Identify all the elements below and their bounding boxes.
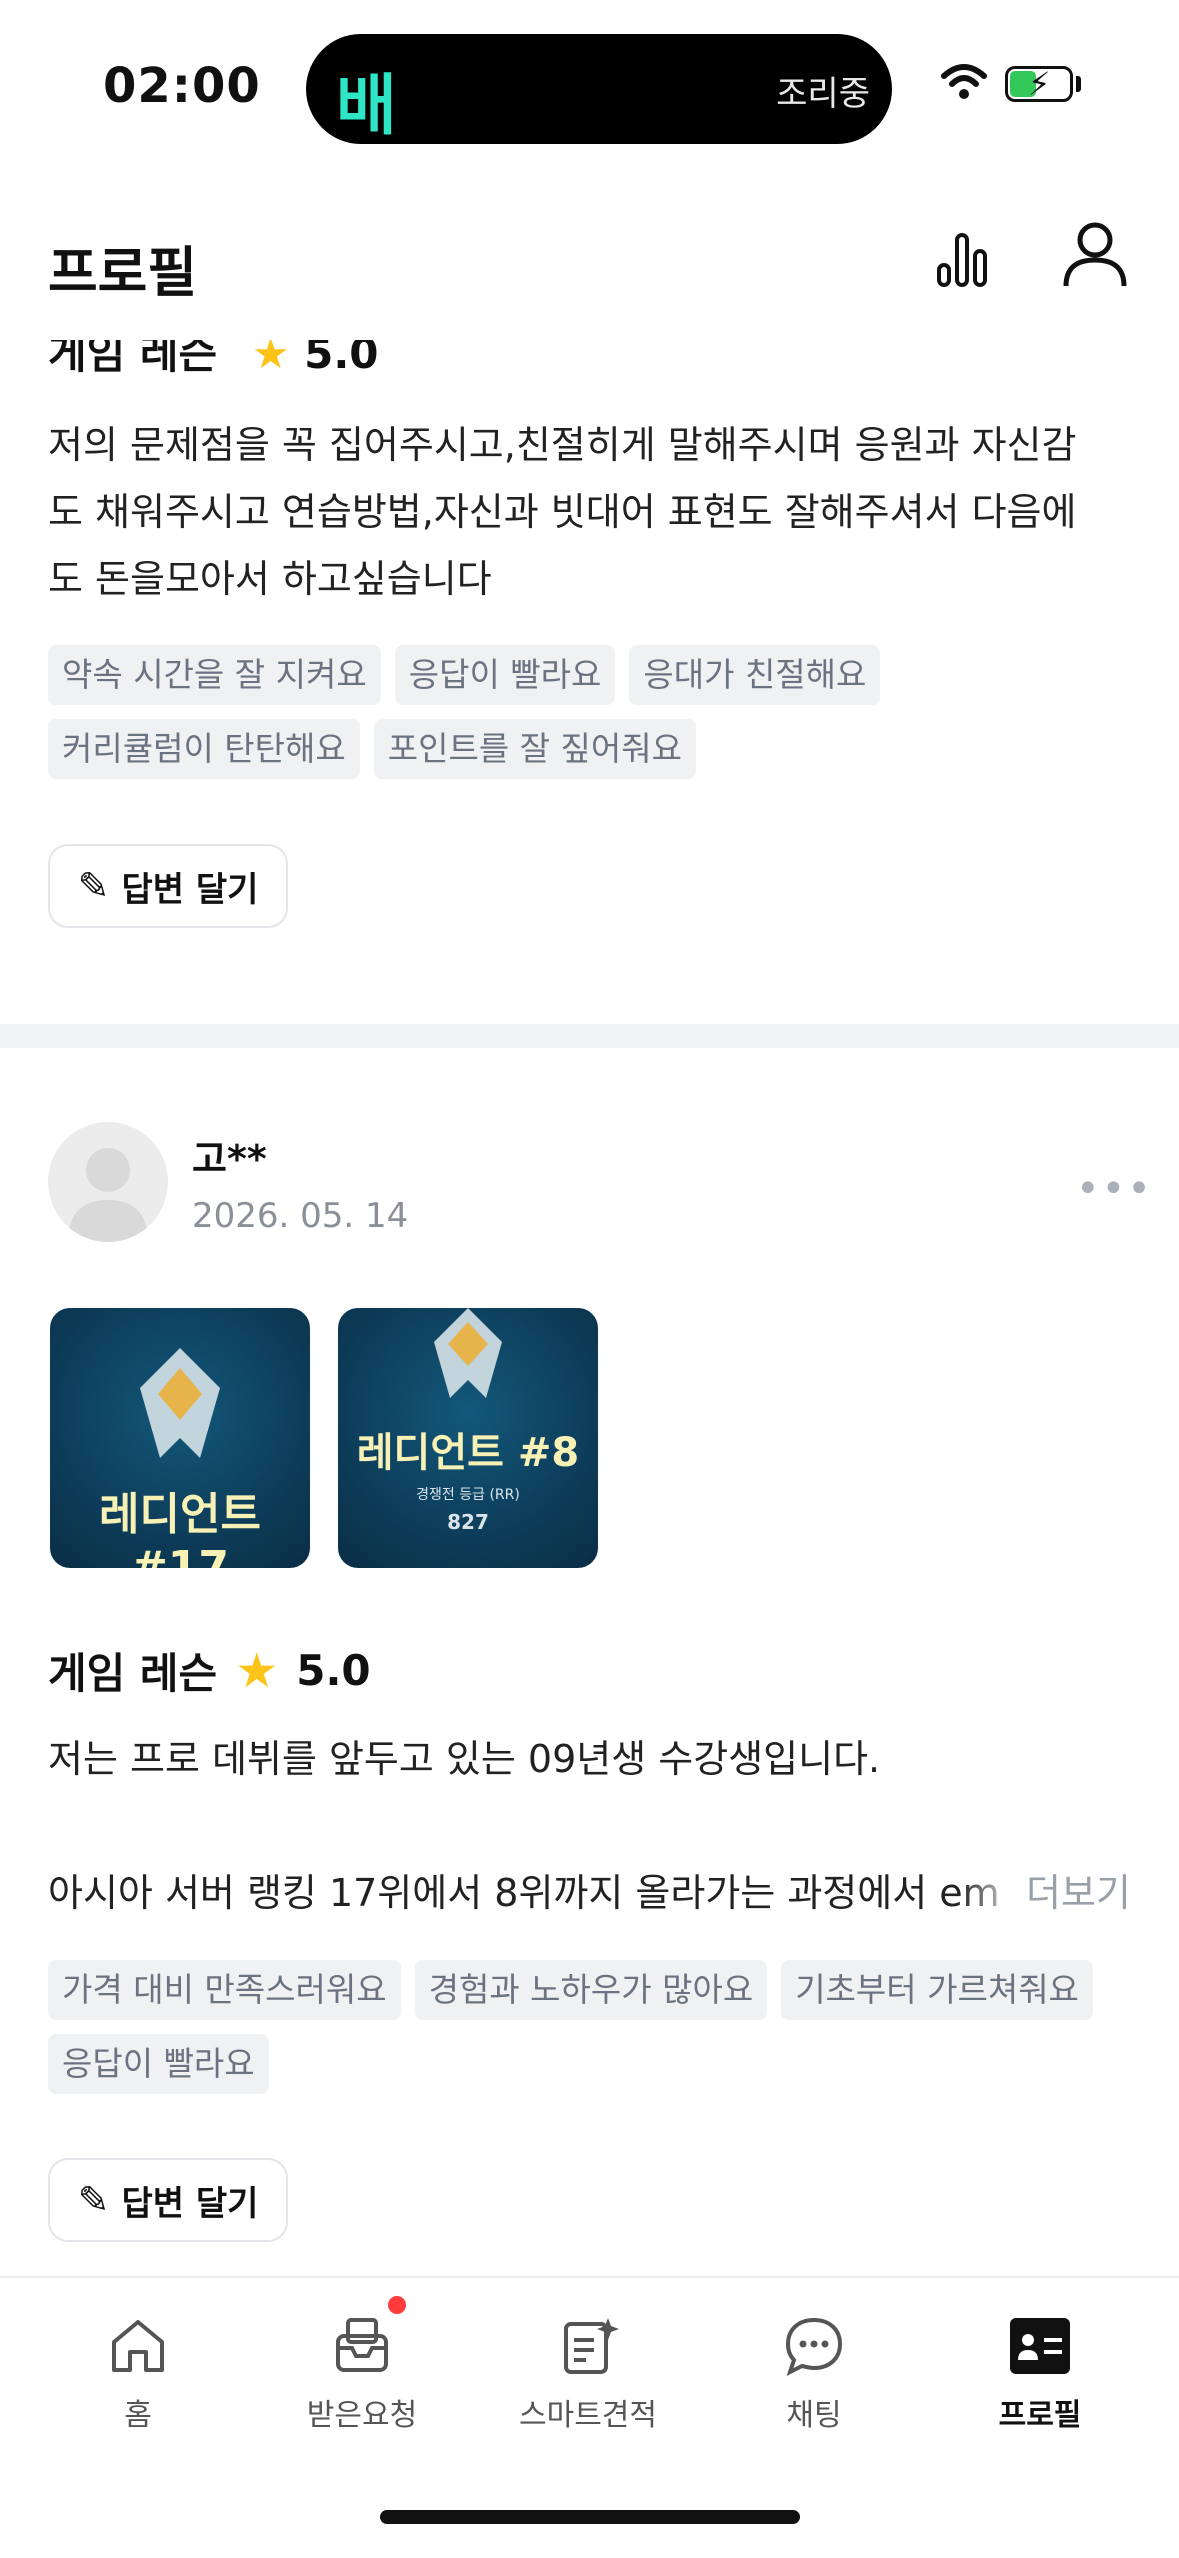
review-photo[interactable]: 레디언트 #8 경쟁전 등급 (RR) 827 xyxy=(338,1308,598,1568)
nav-item-profile[interactable]: 프로필 xyxy=(940,2314,1140,2434)
island-status-text: 조리중 xyxy=(776,74,870,114)
tag: 응대가 친절해요 xyxy=(629,645,881,705)
inbox-icon xyxy=(336,2318,388,2372)
page-header: 프로필 xyxy=(0,180,1179,340)
tag: 기초부터 가르쳐줘요 xyxy=(781,1960,1093,2020)
review-text-line: 저의 문제점을 꼭 집어주시고,친절히게 말해주시며 응원과 자신감 xyxy=(48,423,1077,467)
review-tags: 약속 시간을 잘 지켜요 응답이 빨라요 응대가 친절해요 커리큘럼이 탄탄해요… xyxy=(48,645,1138,779)
nav-item-chat[interactable]: 채팅 xyxy=(714,2314,914,2434)
section-divider xyxy=(0,1024,1179,1048)
smart-quote-icon xyxy=(564,2318,619,2374)
nav-item-home[interactable]: 홈 xyxy=(38,2314,238,2434)
see-more-link[interactable]: 더보기 xyxy=(1020,1860,1131,1927)
home-indicator[interactable] xyxy=(380,2510,800,2524)
battery-icon: ⚡ xyxy=(1005,65,1073,103)
pencil-icon: ✎ xyxy=(77,2178,110,2222)
review-text-line: 도 채워주시고 연습방법,자신과 빗대어 표현도 잘해주셔서 다음에 xyxy=(48,490,1077,534)
review-text: 저는 프로 데뷔를 앞두고 있는 09년생 수강생입니다. xyxy=(48,1726,1138,1793)
reply-button[interactable]: ✎ 답변 달기 xyxy=(48,2158,288,2242)
status-time: 02:00 xyxy=(103,58,261,114)
tag: 응답이 빨라요 xyxy=(394,645,616,705)
pencil-icon: ✎ xyxy=(77,864,110,908)
review-title-row: 게임 레슨 ★ 5.0 xyxy=(48,1640,371,1701)
battery-tip xyxy=(1076,76,1081,92)
review-rating: 5.0 xyxy=(296,1646,371,1695)
review-category: 게임 레슨 xyxy=(48,1649,218,1698)
text-fade xyxy=(960,1860,1020,1927)
review-text-line: 도 돈을모아서 하고싶습니다 xyxy=(48,557,492,601)
notification-dot xyxy=(388,2296,406,2314)
wifi-icon xyxy=(941,64,987,99)
review-text: 저의 문제점을 꼭 집어주시고,친절히게 말해주시며 응원과 자신감 도 채워주… xyxy=(48,412,1138,613)
profile-card-icon xyxy=(1010,2318,1070,2374)
avatar xyxy=(48,1122,168,1242)
chat-icon xyxy=(785,2317,843,2376)
nav-item-requests[interactable]: 받은요청 xyxy=(262,2314,462,2434)
tag: 커리큘럼이 탄탄해요 xyxy=(48,719,360,779)
tag: 경험과 노하우가 많아요 xyxy=(414,1960,768,2020)
star-icon: ★ xyxy=(235,1642,279,1699)
tag: 포인트를 잘 짚어줘요 xyxy=(373,719,696,779)
app-logo: 배 xyxy=(336,67,397,144)
tag: 약속 시간을 잘 지켜요 xyxy=(48,645,381,705)
stats-icon[interactable] xyxy=(935,225,991,289)
review-tags: 가격 대비 만족스러워요 경험과 노하우가 많아요 기초부터 가르쳐줘요 응답이… xyxy=(48,1960,1138,2094)
home-icon xyxy=(112,2320,164,2372)
review-text-line: 저는 프로 데뷔를 앞두고 있는 09년생 수강생입니다. xyxy=(48,1737,881,1781)
tag: 응답이 빨라요 xyxy=(48,2034,269,2094)
page-title: 프로필 xyxy=(48,241,198,304)
person-icon[interactable] xyxy=(1062,220,1128,290)
reply-button[interactable]: ✎ 답변 달기 xyxy=(48,844,288,928)
default-avatar-icon xyxy=(68,1148,148,1242)
more-options-icon[interactable]: ••• xyxy=(1076,1166,1153,1212)
review-photo[interactable]: 레디언트 #17 xyxy=(50,1308,310,1568)
tag: 가격 대비 만족스러워요 xyxy=(48,1960,401,2020)
dynamic-island[interactable]: 배 조리중 xyxy=(306,34,892,144)
nav-item-smart-quote[interactable]: 스마트견적 xyxy=(488,2314,688,2434)
review-date: 2026. 05. 14 xyxy=(192,1196,409,1236)
review-author: 고** xyxy=(192,1137,267,1181)
